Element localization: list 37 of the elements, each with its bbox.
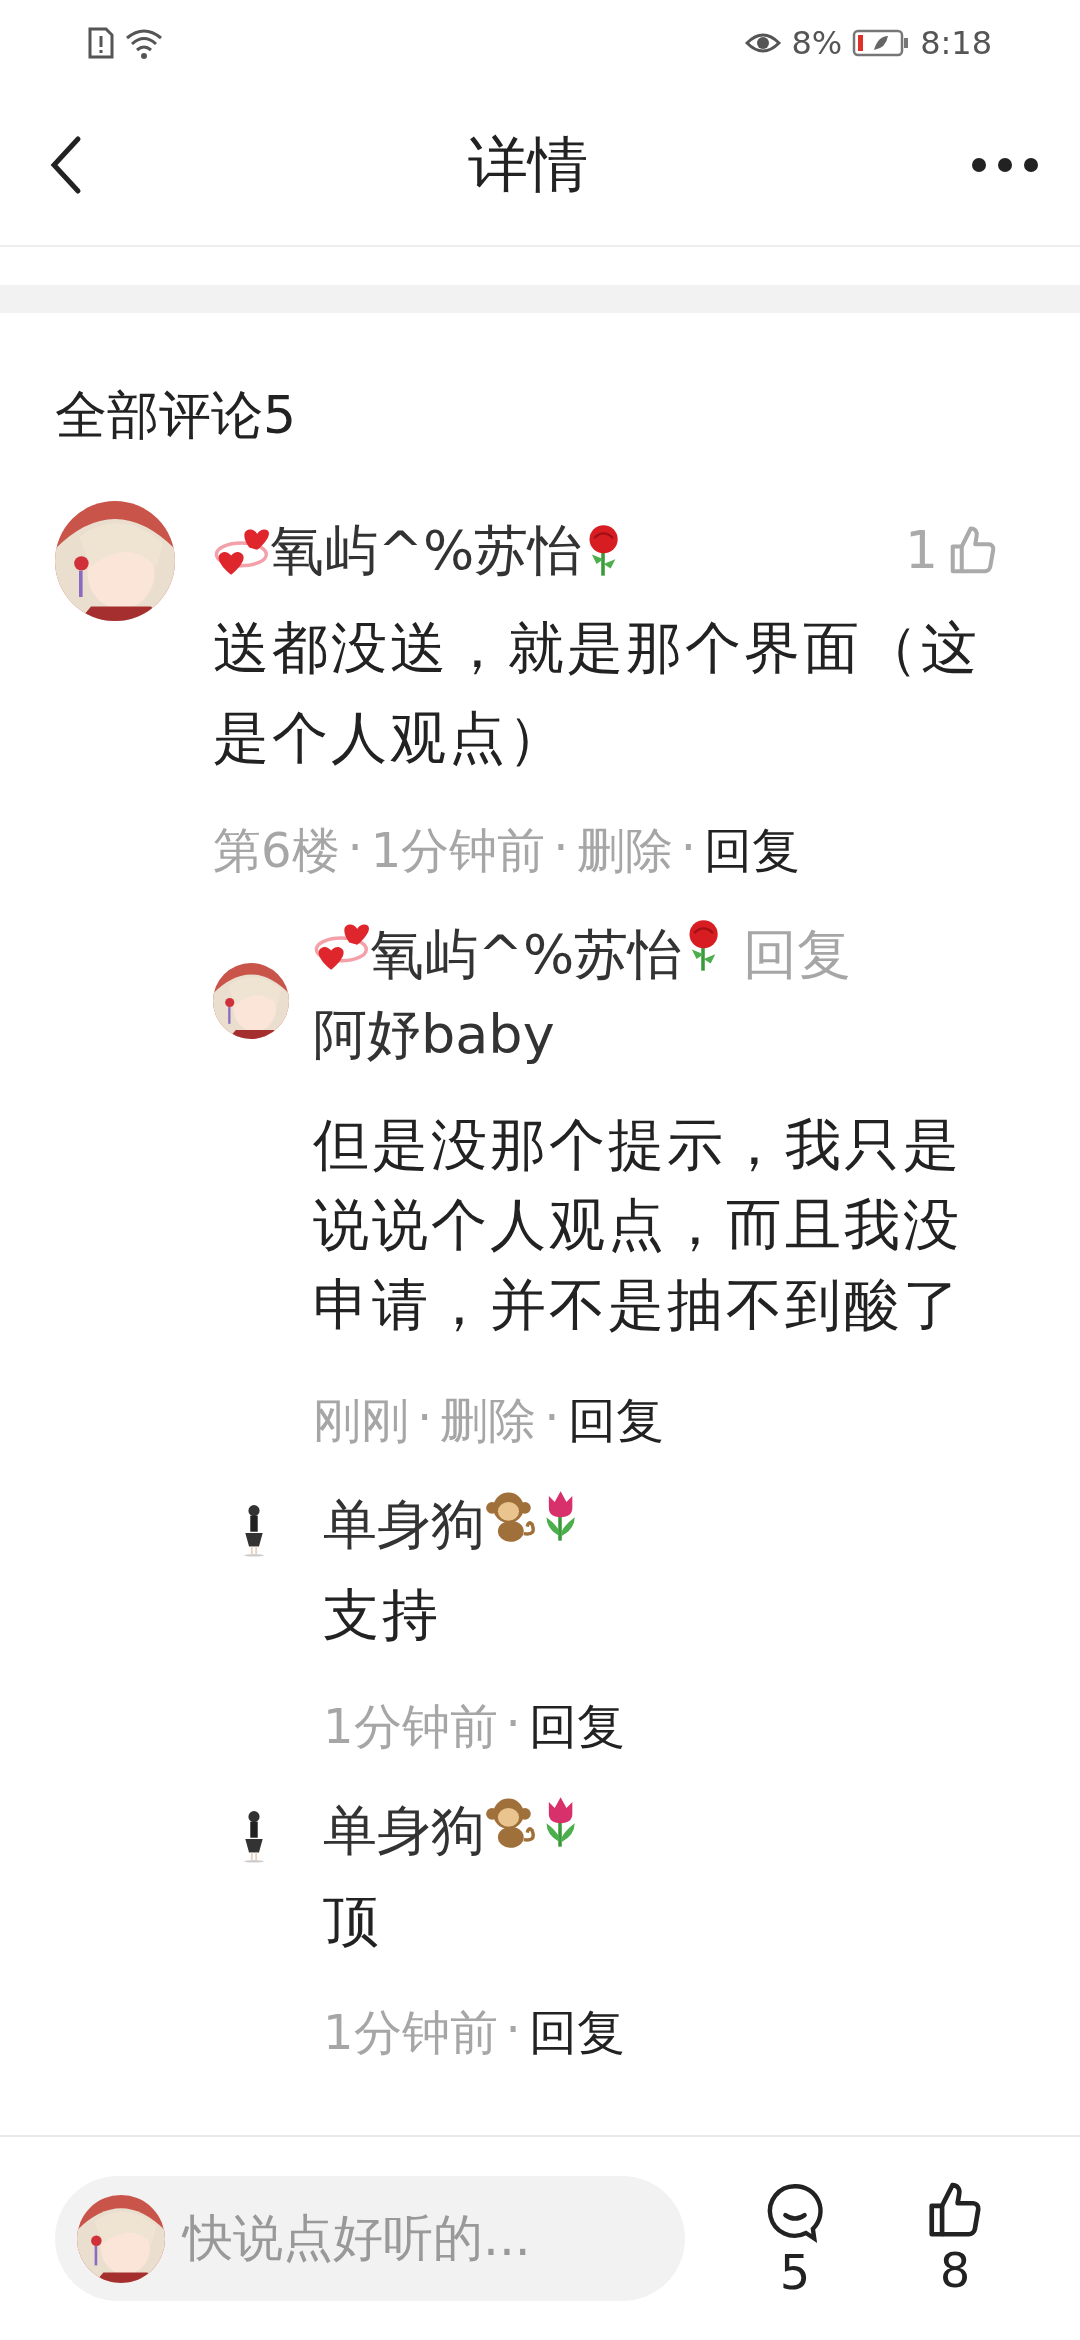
reply-link[interactable]: 回复 <box>528 1694 625 1759</box>
reply-link[interactable]: 回复 <box>567 1388 664 1453</box>
battery-percent: 8% <box>791 23 843 62</box>
reply-link[interactable]: 回复 <box>528 2000 625 2065</box>
like-button[interactable]: 8 <box>905 2179 1005 2298</box>
username[interactable]: 单身狗 <box>323 1492 485 1556</box>
separator: · <box>505 2000 521 2059</box>
separator: · <box>417 1388 433 1447</box>
username[interactable]: 单身狗 <box>323 1798 485 1862</box>
reply-text: 顶 <box>323 1886 383 1955</box>
reply-text: 支持 <box>323 1580 442 1649</box>
meta-text: 刚刚 <box>313 1390 409 1450</box>
username[interactable]: 氧屿^%苏怡 <box>269 513 583 589</box>
separator: · <box>347 818 363 877</box>
separator: · <box>544 1388 560 1447</box>
meta-text: 第6楼 <box>213 820 340 880</box>
more-icon[interactable] <box>970 155 1040 175</box>
sim-alert-icon <box>88 26 114 59</box>
reply-target-name[interactable]: 阿妤baby <box>313 1002 555 1066</box>
meta-text: 1分钟前 <box>323 1696 498 1756</box>
comment-text: 送都没送，就是那个界面（这是个人观点） <box>213 613 981 772</box>
reply-link[interactable]: 回复 <box>703 818 800 883</box>
placeholder-text: 快说点好听的... <box>183 2208 531 2269</box>
comment-button[interactable]: 5 <box>745 2177 845 2300</box>
separator: · <box>553 818 569 877</box>
battery-icon <box>852 27 911 58</box>
username[interactable]: 氧屿^%苏怡 <box>369 922 683 986</box>
meta-text: 1分钟前 <box>323 2002 498 2062</box>
reply-label: 回复 <box>741 922 851 986</box>
like-count: 1 <box>904 519 938 583</box>
page-title: 详情 <box>468 127 588 201</box>
meta-text: 1分钟前 <box>370 820 546 880</box>
separator: · <box>680 818 696 877</box>
clock: 8:18 <box>920 23 992 62</box>
section-title: 全部评论5 <box>55 384 298 447</box>
reply-text: 但是没那个提示，我只是说说个人观点，而且我没申请，并不是抽不到酸了 <box>313 1110 963 1339</box>
separator: · <box>505 1694 521 1753</box>
